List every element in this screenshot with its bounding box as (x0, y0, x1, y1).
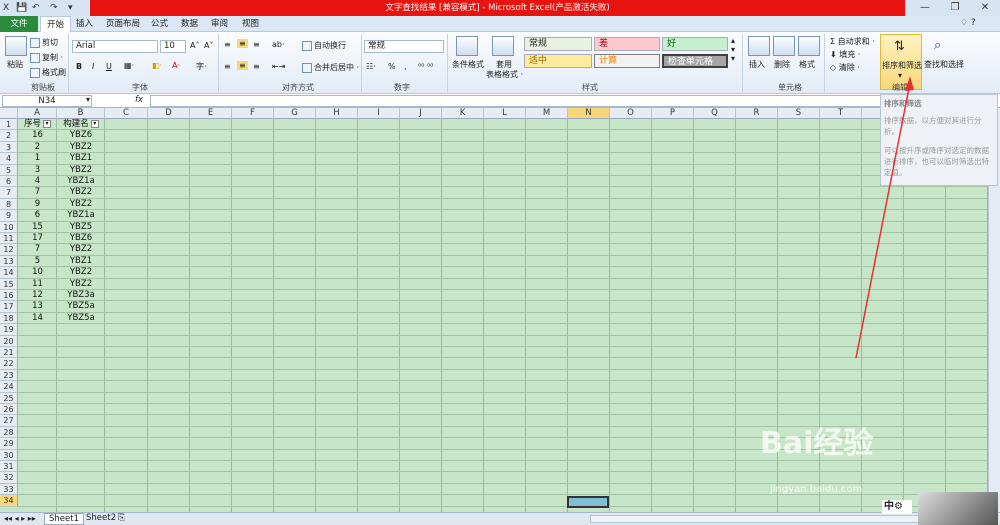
baidu-watermark: Bai经验 (760, 426, 874, 461)
decorative-photo (918, 492, 998, 525)
arrow-line (855, 82, 911, 359)
ime-indicator[interactable]: 中⚙ (882, 500, 912, 514)
watermark-url: jingyan.baidu.com (770, 484, 863, 495)
arrowhead (905, 76, 914, 91)
